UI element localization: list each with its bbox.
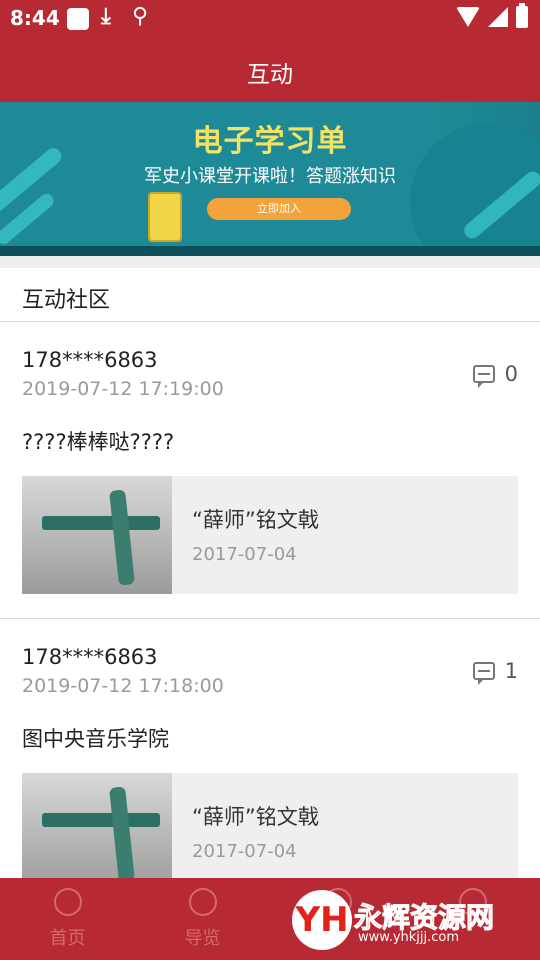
exhibit-thumbnail (22, 476, 172, 594)
exhibit-date: 2017-07-04 (192, 841, 297, 862)
tab-guide[interactable]: 导览 (135, 878, 270, 960)
post-time: 2019-07-12 17:18:00 (22, 675, 224, 697)
exhibit-date: 2017-07-04 (192, 544, 297, 565)
page-title: 互动 (247, 62, 293, 88)
exhibit-card[interactable]: “薛师”铭文戟 2017-07-04 (22, 773, 518, 891)
exhibit-title: “薛师”铭文戟 (192, 805, 319, 829)
comment-icon (472, 662, 495, 685)
status-bar: 8:44 ⤓ ⚲ (0, 0, 540, 38)
compass-icon (188, 888, 217, 916)
status-time: 8:44 (10, 6, 60, 30)
section-title: 互动社区 (22, 288, 111, 313)
status-icons (456, 3, 528, 28)
banner-title: 电子学习单 (192, 124, 348, 159)
comment-count: 1 (504, 659, 518, 683)
watermark-url: www.yhkjjj.com (358, 930, 460, 945)
exhibit-thumbnail (22, 773, 172, 891)
battery-icon (516, 3, 528, 28)
tab-home[interactable]: 首页 (0, 878, 135, 960)
banner-ground (0, 246, 540, 256)
tab-label: 导览 (184, 928, 221, 949)
join-button[interactable]: 立即加入 (207, 198, 351, 220)
exhibit-card[interactable]: “薛师”铭文戟 2017-07-04 (22, 476, 518, 594)
star-icon (53, 888, 82, 916)
tab-label: 首页 (49, 928, 86, 949)
exhibit-title: “薛师”铭文戟 (192, 508, 319, 532)
watermark: YH 永辉资源网 www.yhkjjj.com (292, 890, 532, 950)
post-time: 2019-07-12 17:19:00 (22, 378, 224, 400)
wifi-icon (456, 7, 480, 27)
book-mascot-icon (148, 192, 182, 242)
list-item[interactable]: 178****6863 2019-07-12 17:19:00 0 ????棒棒… (0, 322, 540, 619)
watermark-logo: YH (292, 890, 352, 950)
banner-subtitle: 军史小课堂开课啦！答题涨知识 (144, 166, 396, 187)
comment-button[interactable]: 1 (472, 659, 518, 685)
section-header: 互动社区 (0, 268, 540, 322)
title-bar: 互动 (0, 38, 540, 102)
download-icon: ⤓ (101, 4, 111, 29)
list-item[interactable]: 178****6863 2019-07-12 17:18:00 1 图中央音乐学… (0, 619, 540, 891)
post-user: 178****6863 (22, 348, 158, 372)
bug-icon: ⚲ (132, 4, 149, 29)
comment-button[interactable]: 0 (472, 362, 518, 388)
comment-count: 0 (504, 362, 518, 386)
comment-icon (472, 365, 495, 388)
post-user: 178****6863 (22, 645, 158, 669)
post-content: ????棒棒哒???? (22, 430, 175, 454)
signal-icon (488, 7, 508, 27)
post-content: 图中央音乐学院 (22, 727, 169, 751)
promo-banner[interactable]: 电子学习单 军史小课堂开课啦！答题涨知识 立即加入 (0, 102, 540, 256)
section-divider (0, 256, 540, 268)
square-icon (67, 8, 89, 30)
